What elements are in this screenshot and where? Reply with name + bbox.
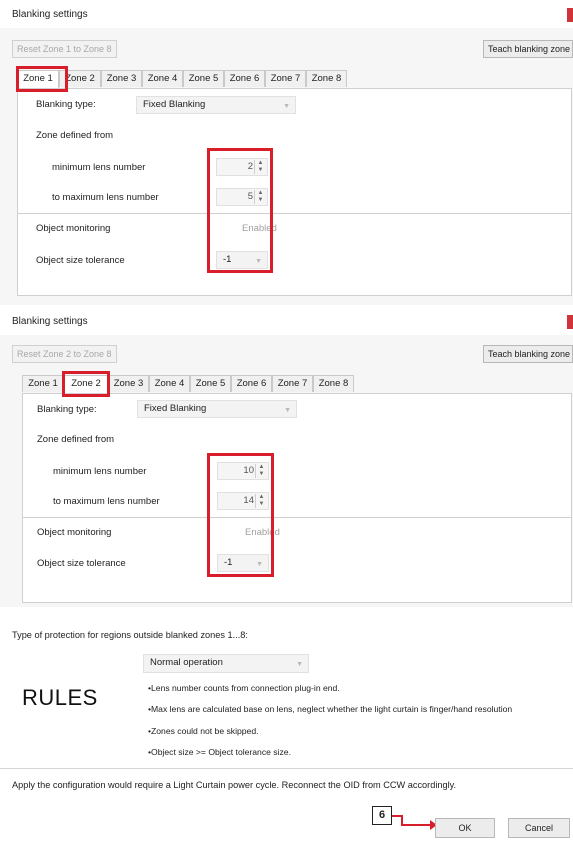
highlight-zone1-tab (16, 66, 68, 92)
reset-zone-button[interactable]: Reset Zone 2 to Zone 8 (12, 345, 117, 363)
tab-zone-7[interactable]: Zone 7 (265, 70, 306, 87)
tab-zone-8[interactable]: Zone 8 (313, 375, 354, 392)
tab-content-zone-1: Blanking type: Fixed Blanking ▼ Zone def… (17, 88, 572, 296)
ok-button[interactable]: OK (435, 818, 495, 838)
highlight-zone2-tab (62, 371, 110, 397)
max-lens-label: to maximum lens number (53, 496, 160, 507)
protection-type-select[interactable]: Normal operation ▼ (143, 654, 309, 673)
blanking-settings-dialog-zone1: Blanking settings Reset Zone 1 to Zone 8… (0, 0, 573, 305)
object-monitoring-label: Object monitoring (37, 527, 112, 538)
rule-item: •Object size >= Object tolerance size. (148, 747, 291, 757)
highlight-zone1-fields (207, 148, 273, 273)
power-cycle-message: Apply the configuration would require a … (12, 780, 457, 790)
section-divider (23, 517, 571, 518)
protection-label: Type of protection for regions outside b… (12, 630, 248, 640)
blanking-type-value: Fixed Blanking (144, 403, 207, 414)
tab-zone-6[interactable]: Zone 6 (231, 375, 272, 392)
rule-item: •Zones could not be skipped. (148, 726, 259, 736)
document-root: { "dialog1": { "title": "Blanking settin… (0, 0, 573, 842)
reset-zone-button[interactable]: Reset Zone 1 to Zone 8 (12, 40, 117, 58)
object-size-tolerance-label: Object size tolerance (37, 558, 126, 569)
teach-blanking-zone-button[interactable]: Teach blanking zone (483, 40, 573, 58)
title-bar: Blanking settings (0, 0, 573, 28)
tab-zone-3[interactable]: Zone 3 (108, 375, 149, 392)
tab-zone-4[interactable]: Zone 4 (142, 70, 183, 87)
max-lens-label: to maximum lens number (52, 192, 159, 203)
callout-arrow-icon (392, 815, 437, 830)
min-lens-label: minimum lens number (52, 162, 146, 173)
rules-heading: RULES (22, 685, 98, 710)
section-divider (18, 213, 571, 214)
blanking-type-label: Blanking type: (36, 99, 96, 110)
tab-zone-5[interactable]: Zone 5 (190, 375, 231, 392)
close-button[interactable] (567, 8, 573, 22)
teach-blanking-zone-button[interactable]: Teach blanking zone (483, 345, 573, 363)
tab-content-zone-2: Blanking type: Fixed Blanking ▼ Zone def… (22, 393, 572, 603)
chevron-down-icon: ▼ (283, 103, 290, 110)
cancel-button[interactable]: Cancel (508, 818, 570, 838)
protection-type-value: Normal operation (150, 657, 223, 668)
tab-zone-3[interactable]: Zone 3 (101, 70, 142, 87)
footer-divider (0, 768, 573, 769)
zone-defined-label: Zone defined from (36, 130, 114, 141)
tab-zone-4[interactable]: Zone 4 (149, 375, 190, 392)
zone-defined-label: Zone defined from (37, 434, 115, 445)
blanking-type-select[interactable]: Fixed Blanking ▼ (136, 96, 296, 114)
object-monitoring-label: Object monitoring (36, 223, 111, 234)
tab-zone-8[interactable]: Zone 8 (306, 70, 347, 87)
title-bar: Blanking settings (0, 307, 573, 335)
object-size-tolerance-label: Object size tolerance (36, 255, 125, 266)
step-callout: 6 (372, 806, 392, 825)
highlight-zone2-fields (207, 453, 274, 577)
chevron-down-icon: ▼ (284, 407, 291, 414)
blanking-type-label: Blanking type: (37, 404, 97, 415)
chevron-down-icon: ▼ (296, 661, 303, 668)
rule-item: •Max lens are calculated base on lens, n… (148, 704, 513, 714)
blanking-settings-dialog-zone2: Blanking settings Reset Zone 2 to Zone 8… (0, 307, 573, 607)
blanking-type-value: Fixed Blanking (143, 99, 206, 110)
tab-zone-7[interactable]: Zone 7 (272, 375, 313, 392)
tab-zone-5[interactable]: Zone 5 (183, 70, 224, 87)
window-title: Blanking settings (12, 316, 88, 327)
close-button[interactable] (567, 315, 573, 329)
min-lens-label: minimum lens number (53, 466, 147, 477)
tab-zone-6[interactable]: Zone 6 (224, 70, 265, 87)
blanking-type-select[interactable]: Fixed Blanking ▼ (137, 400, 297, 418)
window-title: Blanking settings (12, 9, 88, 20)
rule-item: •Lens number counts from connection plug… (148, 683, 340, 693)
tab-zone-1[interactable]: Zone 1 (22, 375, 64, 392)
